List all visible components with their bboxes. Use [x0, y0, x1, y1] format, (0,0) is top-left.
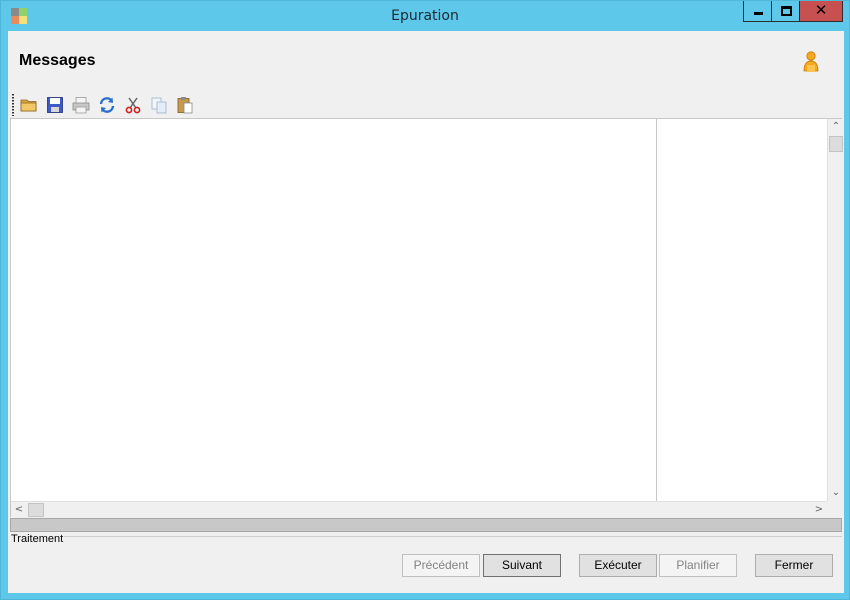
scroll-left-arrow-icon[interactable]: <	[11, 502, 27, 518]
next-button[interactable]: Suivant	[483, 554, 561, 577]
execute-button[interactable]: Exécuter	[579, 554, 657, 577]
scroll-down-arrow-icon[interactable]: ⌄	[828, 485, 844, 501]
vertical-scroll-thumb[interactable]	[829, 136, 843, 152]
toolbar	[11, 93, 311, 117]
user-icon[interactable]	[801, 51, 821, 73]
scroll-corner	[827, 501, 843, 517]
schedule-button[interactable]: Planifier	[659, 554, 737, 577]
open-folder-icon[interactable]	[19, 95, 39, 115]
main-window: Epuration ✕ Messages ⌃ ⌄ < > Traitement …	[0, 0, 850, 600]
vertical-scrollbar[interactable]: ⌃ ⌄	[827, 119, 844, 501]
close-window-button[interactable]: ✕	[799, 1, 843, 22]
page-title: Messages	[19, 52, 96, 69]
window-title: Epuration	[391, 8, 459, 24]
processing-group-label: Traitement	[11, 533, 64, 545]
toolbar-grip[interactable]	[12, 94, 14, 116]
messages-panel[interactable]: ⌃ ⌄ < >	[10, 118, 844, 517]
horizontal-scrollbar[interactable]: < >	[11, 501, 827, 517]
cut-icon[interactable]	[123, 95, 143, 115]
title-bar[interactable]: Epuration ✕	[1, 1, 849, 31]
scroll-up-arrow-icon[interactable]: ⌃	[828, 119, 844, 135]
client-area: Messages ⌃ ⌄ < > Traitement Précédent Su…	[8, 31, 844, 593]
minimize-button[interactable]	[743, 1, 772, 22]
paste-icon[interactable]	[175, 95, 195, 115]
group-separator	[64, 536, 842, 537]
copy-icon[interactable]	[149, 95, 169, 115]
previous-button[interactable]: Précédent	[402, 554, 480, 577]
horizontal-scroll-thumb[interactable]	[28, 503, 44, 517]
column-divider[interactable]	[656, 119, 657, 501]
print-icon[interactable]	[71, 95, 91, 115]
scroll-right-arrow-icon[interactable]: >	[811, 502, 827, 518]
refresh-icon[interactable]	[97, 95, 117, 115]
close-button[interactable]: Fermer	[755, 554, 833, 577]
close-icon: ✕	[814, 1, 828, 19]
save-icon[interactable]	[45, 95, 65, 115]
maximize-button[interactable]	[771, 1, 800, 22]
progress-bar	[10, 518, 842, 532]
